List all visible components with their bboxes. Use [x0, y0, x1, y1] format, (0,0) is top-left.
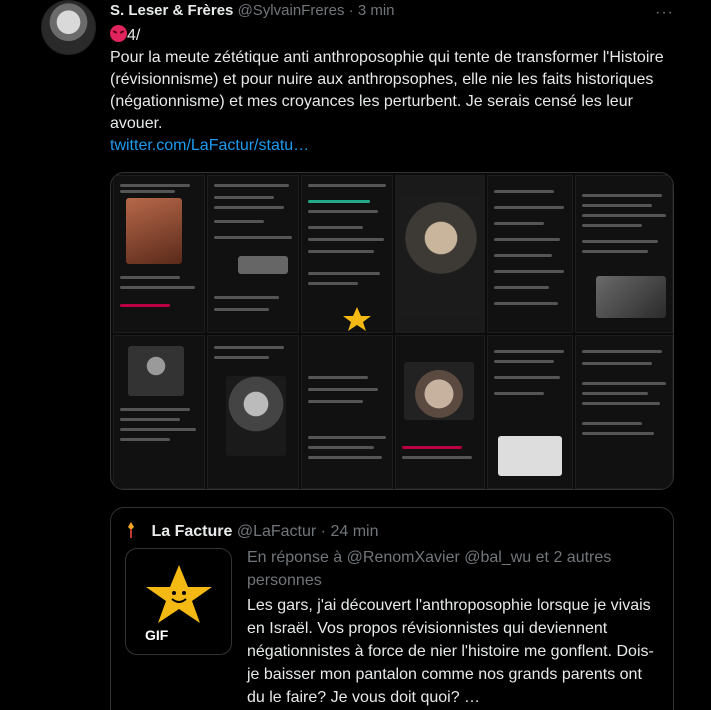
quoted-tweet-header: La Facture @LaFactur · 24 min	[125, 522, 378, 541]
collage-tile	[575, 175, 673, 333]
tweet-link[interactable]: twitter.com/LaFactur/statu…	[110, 135, 670, 157]
author-avatar[interactable]	[41, 0, 96, 55]
collage-tile	[395, 175, 485, 333]
reply-mentions[interactable]: @RenomXavier @bal_wu	[347, 549, 532, 566]
collage-tile	[395, 335, 485, 489]
angry-face-emoji-icon	[110, 25, 127, 42]
collage-tile	[207, 175, 299, 333]
collage-tile	[301, 175, 393, 333]
collage-tile	[575, 335, 673, 489]
gif-thumbnail[interactable]: GIF	[125, 548, 232, 655]
collage-tile	[113, 175, 205, 333]
tweet-body: Pour la meute zététique anti anthroposop…	[110, 49, 664, 132]
separator-dot: ·	[348, 2, 354, 19]
torch-icon	[128, 522, 134, 538]
collage-tile	[487, 175, 573, 333]
collage-tile	[301, 335, 393, 489]
author-handle[interactable]: @SylvainFreres	[238, 2, 345, 19]
quoted-tweet-time[interactable]: 24 min	[330, 523, 378, 540]
star-icon	[343, 307, 371, 331]
collage-tile	[113, 335, 205, 489]
collage-tile	[487, 335, 573, 489]
gif-label: GIF	[145, 627, 169, 643]
quoted-author-name[interactable]: La Facture	[151, 523, 232, 540]
tweet-text-prefix: 4/	[127, 27, 141, 44]
quoted-tweet-text: Les gars, j'ai découvert l'anthroposophi…	[247, 597, 654, 706]
quoted-tweet[interactable]: La Facture @LaFactur · 24 min GIF En rép…	[110, 507, 674, 710]
star-icon	[146, 565, 212, 623]
tweet-time[interactable]: 3 min	[358, 2, 395, 19]
tweet-text: 4/ Pour la meute zététique anti anthropo…	[110, 25, 670, 157]
reply-prefix: En réponse à	[247, 549, 343, 566]
tweet-header: S. Leser & Frères @SylvainFreres · 3 min	[110, 2, 395, 19]
quoted-author-handle[interactable]: @LaFactur	[237, 523, 316, 540]
media-collage[interactable]	[110, 172, 674, 490]
author-name[interactable]: S. Leser & Frères	[110, 2, 233, 19]
more-options-icon[interactable]: ···	[655, 4, 674, 22]
separator-dot: ·	[320, 523, 326, 540]
collage-tile	[207, 335, 299, 489]
reply-context: En réponse à @RenomXavier @bal_wu et 2 a…	[247, 546, 657, 592]
